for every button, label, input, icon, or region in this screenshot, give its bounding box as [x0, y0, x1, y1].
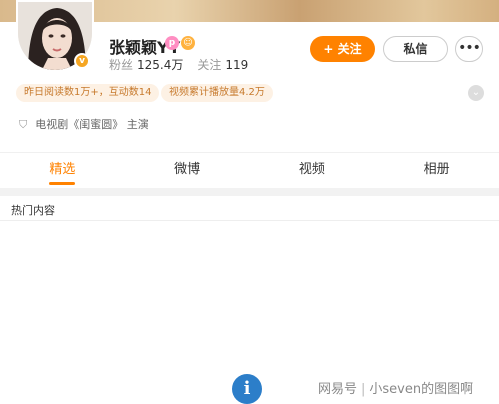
- info-icon[interactable]: i: [232, 374, 262, 404]
- watermark: 网易号 | 小seven的图图啊: [318, 382, 474, 397]
- following-label: 关注: [197, 58, 222, 72]
- certification-text: 电视剧《闺蜜圆》 主演: [35, 118, 149, 131]
- tab-video[interactable]: 视频: [250, 153, 375, 187]
- emoji-icon: ☺: [181, 36, 195, 50]
- section-title: 热门内容: [11, 204, 55, 217]
- tab-weibo[interactable]: 微博: [125, 153, 250, 187]
- video-stats-tag[interactable]: 视频累计播放量4.2万: [161, 84, 273, 102]
- profile-stats: 粉丝 125.4万 关注 119: [109, 56, 262, 73]
- shield-icon: ⛉: [19, 118, 28, 131]
- following-count[interactable]: 119: [225, 58, 248, 72]
- certification-row: ⛉ 电视剧《闺蜜圆》 主演: [19, 116, 149, 132]
- tab-featured[interactable]: 精选: [0, 153, 125, 187]
- verified-icon: v: [74, 53, 90, 69]
- weibo-profile-page: { "profile": { "name": "张颖颖YY", "level_i…: [0, 0, 499, 404]
- divider: [0, 220, 499, 221]
- profile-tabs: 精选 微博 视频 相册: [0, 153, 499, 187]
- follow-button[interactable]: + 关注: [310, 36, 375, 62]
- watermark-author: 小seven的图图啊: [369, 382, 474, 397]
- fans-count[interactable]: 125.4万: [137, 58, 183, 72]
- message-button[interactable]: 私信: [383, 36, 448, 62]
- tab-album[interactable]: 相册: [374, 153, 499, 187]
- more-button[interactable]: •••: [455, 36, 483, 62]
- read-stats-tag[interactable]: 昨日阅读数1万+，互动数14: [16, 84, 160, 102]
- fans-label: 粉丝: [109, 58, 134, 72]
- section-separator: [0, 188, 499, 196]
- level-icon[interactable]: p: [165, 36, 179, 50]
- watermark-source: 网易号: [318, 382, 358, 397]
- expand-icon[interactable]: ⌄: [468, 85, 484, 101]
